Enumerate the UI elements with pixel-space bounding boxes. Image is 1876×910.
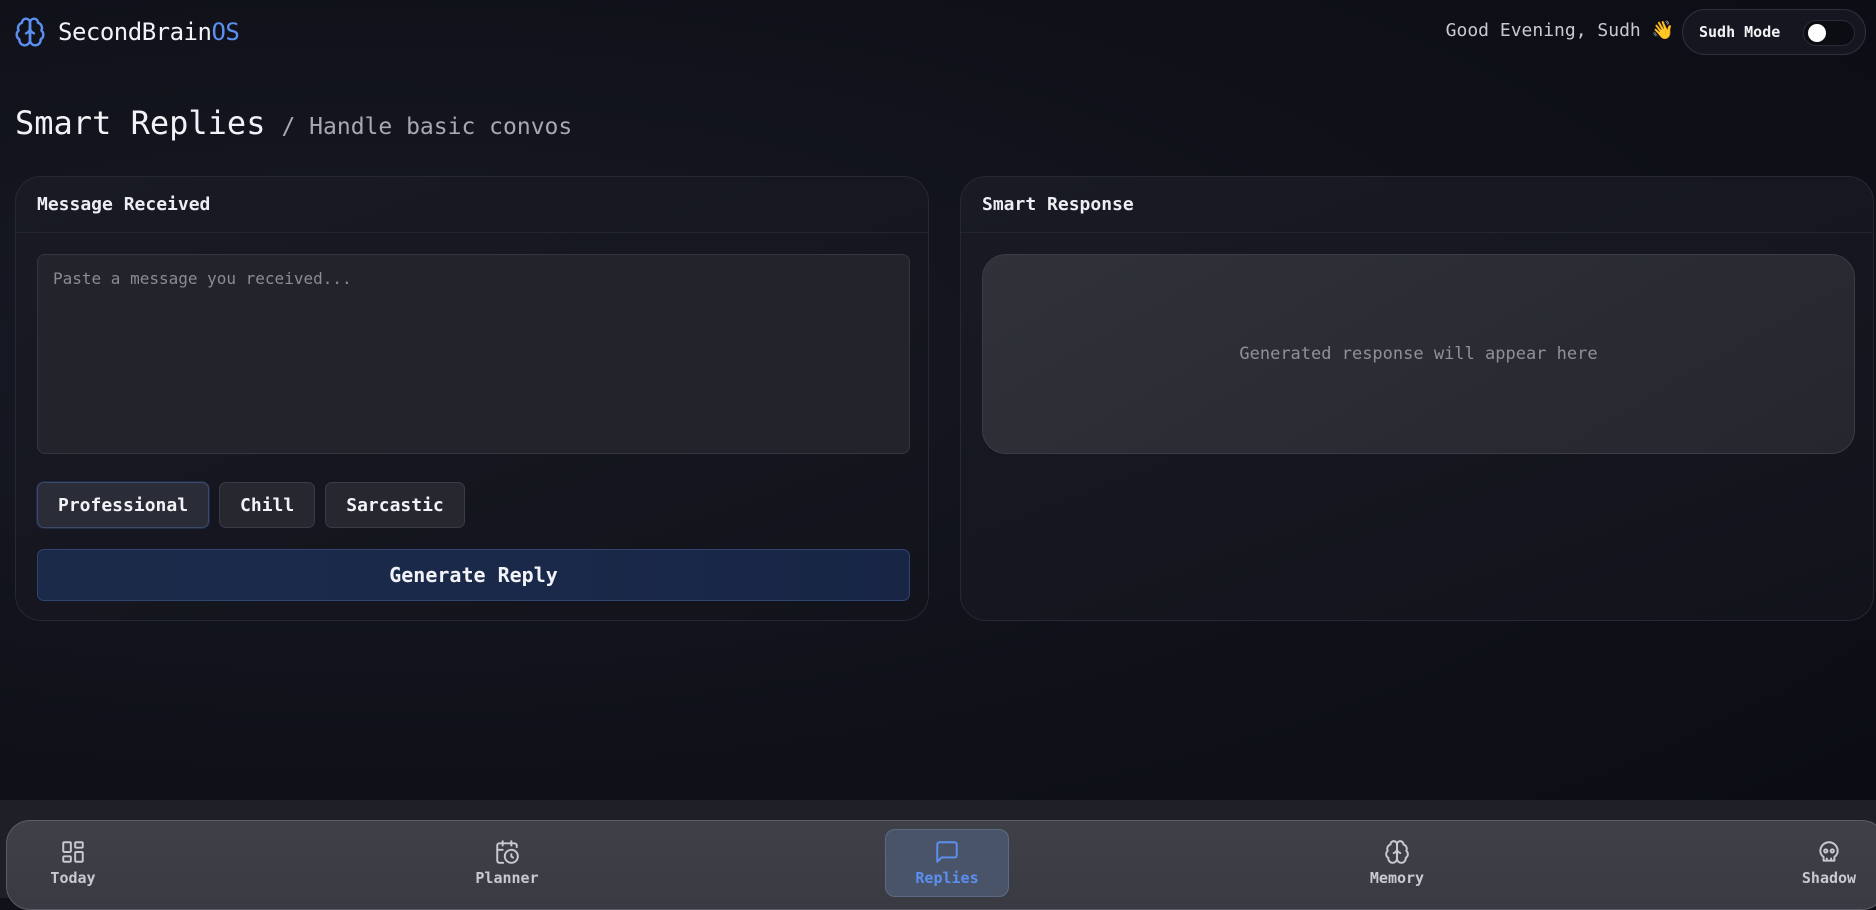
nav-label-planner: Planner [475,869,539,887]
tone-selector: Professional Chill Sarcastic [37,482,465,528]
generate-reply-button[interactable]: Generate Reply [37,549,910,601]
nav-label-replies: Replies [915,869,979,887]
tone-sarcastic-button[interactable]: Sarcastic [325,482,465,528]
top-bar: SecondBrainOS Good Evening, Sudh 👋 Sudh … [0,0,1876,64]
smart-response-card: Smart Response Generated response will a… [960,176,1874,621]
tone-professional-button[interactable]: Professional [37,482,210,528]
message-received-card: Message Received Professional Chill Sarc… [15,176,929,621]
nav-label-memory: Memory [1369,869,1425,887]
nav-item-planner[interactable]: Planner [461,829,553,897]
smart-response-title: Smart Response [961,177,1873,233]
brain-icon [1385,840,1409,864]
mode-label: Sudh Mode [1699,23,1781,41]
nav-label-today: Today [50,869,96,887]
nav-item-today[interactable]: Today [35,829,111,897]
sudh-mode-switch[interactable]: Sudh Mode [1682,9,1866,55]
tone-chill-button[interactable]: Chill [219,482,316,528]
grid-icon [62,841,84,863]
calendar-clock-icon [496,840,519,864]
message-icon [936,841,958,863]
message-received-title: Message Received [16,177,928,233]
brand-name: SecondBrainOS [58,18,240,46]
page-title: Smart Replies [15,104,266,142]
response-output: Generated response will appear here [982,254,1855,454]
brain-logo-icon [15,17,45,47]
brand[interactable]: SecondBrainOS [14,14,240,50]
response-placeholder: Generated response will appear here [1239,344,1598,364]
message-input[interactable] [37,254,910,454]
nav-item-replies[interactable]: Replies [885,829,1009,897]
bottom-nav: Today Planner Replies Memory Shadow [6,820,1876,910]
nav-item-shadow[interactable]: Shadow [1789,829,1869,897]
greeting-text: Good Evening, Sudh 👋 [1445,20,1674,41]
skull-icon [1819,841,1839,862]
mode-toggle[interactable] [1803,20,1855,46]
page-heading: Smart Replies / Handle basic convos [15,104,572,142]
nav-label-shadow: Shadow [1801,869,1857,887]
page-subtitle: / Handle basic convos [281,114,573,140]
toggle-knob [1808,24,1826,42]
nav-item-memory[interactable]: Memory [1353,829,1441,897]
